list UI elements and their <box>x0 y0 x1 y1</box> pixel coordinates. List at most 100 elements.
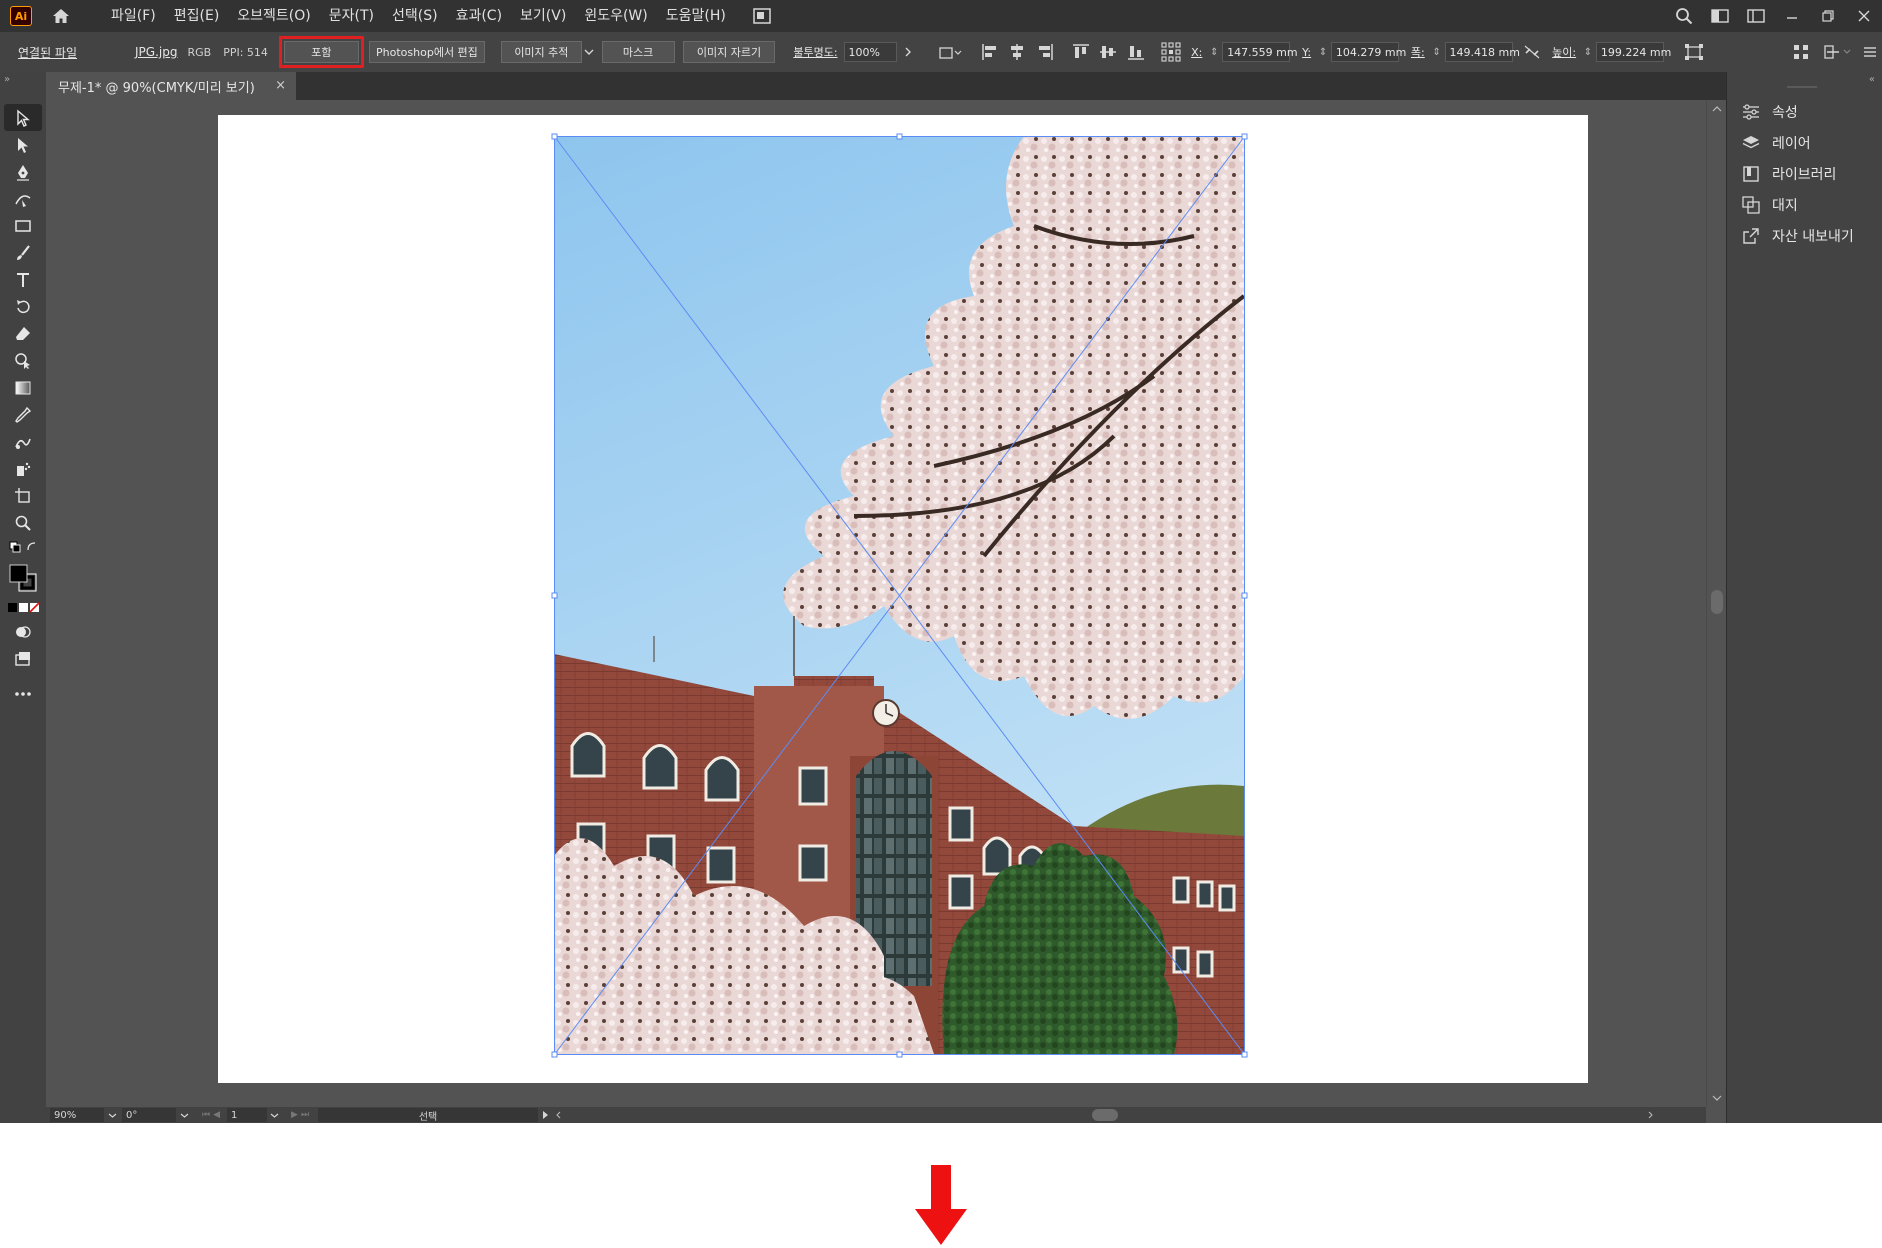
file-name-link[interactable]: JPG.jpg <box>135 45 177 59</box>
isolate-icon[interactable] <box>1789 40 1813 64</box>
panel-asset-export[interactable]: 자산 내보내기 <box>1727 220 1882 251</box>
swap-fill-stroke-icon[interactable] <box>4 536 42 558</box>
panel-properties[interactable]: 속성 <box>1727 96 1882 127</box>
horizontal-scroll-thumb[interactable] <box>1092 1109 1118 1121</box>
artboard-number-field[interactable]: 1 <box>227 1108 267 1122</box>
workspace-switcher-icon[interactable] <box>1702 0 1738 32</box>
gradient-tool-icon[interactable] <box>4 374 42 401</box>
panel-layout-icon[interactable] <box>1738 0 1774 32</box>
align-bottom-icon[interactable] <box>1124 40 1148 64</box>
horizontal-scrollbar[interactable] <box>564 1108 1644 1122</box>
close-tab-icon[interactable]: × <box>275 78 286 93</box>
restore-icon[interactable] <box>1810 0 1846 32</box>
curvature-tool-icon[interactable] <box>4 185 42 212</box>
panel-layers[interactable]: 레이어 <box>1727 127 1882 158</box>
scroll-up-icon[interactable] <box>1712 104 1722 115</box>
scroll-down-icon[interactable] <box>1712 1090 1722 1104</box>
artboard[interactable] <box>218 115 1588 1083</box>
eraser-tool-icon[interactable] <box>4 320 42 347</box>
panel-artboards[interactable]: 대지 <box>1727 189 1882 220</box>
type-tool-icon[interactable] <box>4 266 42 293</box>
rotate-tool-icon[interactable] <box>4 293 42 320</box>
height-spinner-icon[interactable]: ⇕ <box>1582 42 1594 62</box>
vertical-scrollbar[interactable] <box>1706 100 1727 1107</box>
color-mode-icons[interactable] <box>4 598 42 618</box>
panel-grip[interactable] <box>1787 86 1817 88</box>
placed-image[interactable] <box>218 115 1588 1083</box>
align-middle-icon[interactable] <box>1096 40 1120 64</box>
width-spinner-icon[interactable]: ⇕ <box>1431 42 1443 62</box>
opacity-input[interactable]: 100% <box>844 42 897 62</box>
mask-button[interactable]: 마스크 <box>602 41 675 63</box>
minimize-icon[interactable] <box>1774 0 1810 32</box>
rotation-dropdown-icon[interactable] <box>176 1113 192 1118</box>
edit-in-photoshop-button[interactable]: Photoshop에서 편집 <box>369 41 485 63</box>
menu-help[interactable]: 도움말(H) <box>657 0 735 32</box>
eyedropper-tool-icon[interactable] <box>4 401 42 428</box>
vertical-scroll-thumb[interactable] <box>1711 590 1723 614</box>
embed-button[interactable]: 포함 <box>284 41 359 63</box>
image-trace-dropdown-icon[interactable] <box>582 40 596 64</box>
artboard-tool-icon[interactable] <box>4 482 42 509</box>
rotation-field[interactable]: 0° <box>122 1108 176 1122</box>
panel-libraries[interactable]: 라이브러리 <box>1727 158 1882 189</box>
first-prev-artboard-icon[interactable]: ⏮◀ <box>202 1110 223 1120</box>
width-input[interactable]: 149.418 mm <box>1445 42 1513 62</box>
opacity-arrow-icon[interactable] <box>899 40 917 64</box>
menu-edit[interactable]: 편집(E) <box>165 0 229 32</box>
height-input[interactable]: 199.224 mm <box>1596 42 1664 62</box>
transform-reference-icon[interactable] <box>936 40 965 64</box>
direct-selection-tool-icon[interactable] <box>4 131 42 158</box>
canvas[interactable] <box>46 100 1706 1107</box>
arrange-documents-icon[interactable] <box>751 5 773 27</box>
linked-file-link[interactable]: 연결된 파일 <box>18 44 77 61</box>
scroll-left-icon[interactable] <box>552 1111 564 1119</box>
align-left-icon[interactable] <box>978 40 1002 64</box>
constrain-proportions-icon[interactable] <box>1521 40 1545 64</box>
blend-tool-icon[interactable] <box>4 428 42 455</box>
rectangle-tool-icon[interactable] <box>4 212 42 239</box>
scroll-right-icon[interactable] <box>1644 1111 1656 1119</box>
paintbrush-tool-icon[interactable] <box>4 239 42 266</box>
pen-tool-icon[interactable] <box>4 158 42 185</box>
zoom-tool-icon[interactable] <box>4 509 42 536</box>
align-center-icon[interactable] <box>1006 40 1030 64</box>
crop-image-button[interactable]: 이미지 자르기 <box>683 41 776 63</box>
menu-type[interactable]: 문자(T) <box>320 0 383 32</box>
artboard-dropdown-icon[interactable] <box>267 1113 281 1118</box>
screen-mode-icon[interactable] <box>4 645 42 672</box>
status-menu-arrow-icon[interactable] <box>538 1111 552 1119</box>
fill-stroke-swatch[interactable] <box>4 558 42 598</box>
y-spinner-icon[interactable]: ⇕ <box>1317 42 1329 62</box>
selection-tool-icon[interactable] <box>4 104 42 131</box>
transform-icon[interactable] <box>1682 40 1706 64</box>
menu-view[interactable]: 보기(V) <box>511 0 575 32</box>
menu-effect[interactable]: 효과(C) <box>447 0 511 32</box>
x-input[interactable]: 147.559 mm <box>1222 42 1290 62</box>
reference-point-icon[interactable] <box>1160 40 1184 64</box>
draw-mode-icon[interactable] <box>4 618 42 645</box>
opacity-label[interactable]: 불투명도: <box>793 44 837 60</box>
x-spinner-icon[interactable]: ⇕ <box>1208 42 1220 62</box>
control-panel-menu-icon[interactable] <box>1859 40 1882 64</box>
y-input[interactable]: 104.279 mm <box>1331 42 1399 62</box>
align-right-icon[interactable] <box>1033 40 1057 64</box>
menu-select[interactable]: 선택(S) <box>383 0 447 32</box>
expand-panels-icon[interactable]: « <box>1869 74 1875 85</box>
collapse-toolbar-icon[interactable]: » <box>4 74 10 85</box>
edit-toolbar-icon[interactable] <box>4 680 42 707</box>
search-icon[interactable] <box>1666 0 1702 32</box>
image-trace-button[interactable]: 이미지 추적 <box>501 41 582 63</box>
zoom-level-field[interactable]: 90% <box>50 1108 104 1122</box>
next-last-artboard-icon[interactable]: ▶⏭ <box>291 1110 312 1120</box>
home-icon[interactable] <box>50 5 72 27</box>
close-window-icon[interactable] <box>1846 0 1882 32</box>
align-top-icon[interactable] <box>1069 40 1093 64</box>
symbol-sprayer-tool-icon[interactable] <box>4 455 42 482</box>
document-tab[interactable]: 무제-1* @ 90%(CMYK/미리 보기) × <box>46 72 296 100</box>
zoom-dropdown-icon[interactable] <box>104 1113 120 1118</box>
shape-builder-tool-icon[interactable] <box>4 347 42 374</box>
arrange-icon[interactable] <box>1821 40 1854 64</box>
menu-object[interactable]: 오브젝트(O) <box>228 0 319 32</box>
menu-file[interactable]: 파일(F) <box>102 0 165 32</box>
